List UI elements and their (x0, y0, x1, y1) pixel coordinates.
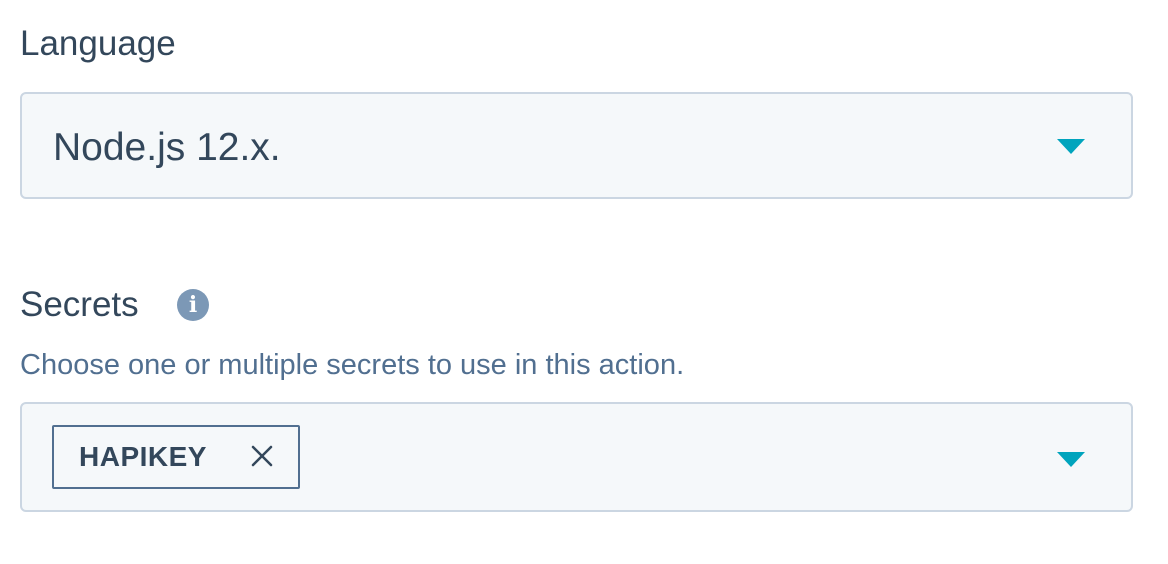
caret-down-icon[interactable] (1057, 139, 1085, 154)
form-panel: Language Node.js 12.x. Secrets i Choose … (0, 0, 1168, 564)
language-selected-value: Node.js 12.x. (53, 126, 281, 169)
caret-down-icon[interactable] (1057, 452, 1085, 467)
language-select[interactable]: Node.js 12.x. (20, 92, 1133, 199)
language-label: Language (20, 24, 176, 63)
secrets-help-text: Choose one or multiple secrets to use in… (20, 349, 685, 381)
secrets-multiselect[interactable]: HAPIKEY (20, 402, 1133, 512)
secrets-label: Secrets (20, 285, 139, 324)
secret-tag-hapikey: HAPIKEY (52, 425, 300, 489)
info-icon[interactable]: i (177, 289, 209, 321)
close-icon[interactable] (249, 443, 275, 469)
secret-tag-label: HAPIKEY (79, 441, 207, 472)
